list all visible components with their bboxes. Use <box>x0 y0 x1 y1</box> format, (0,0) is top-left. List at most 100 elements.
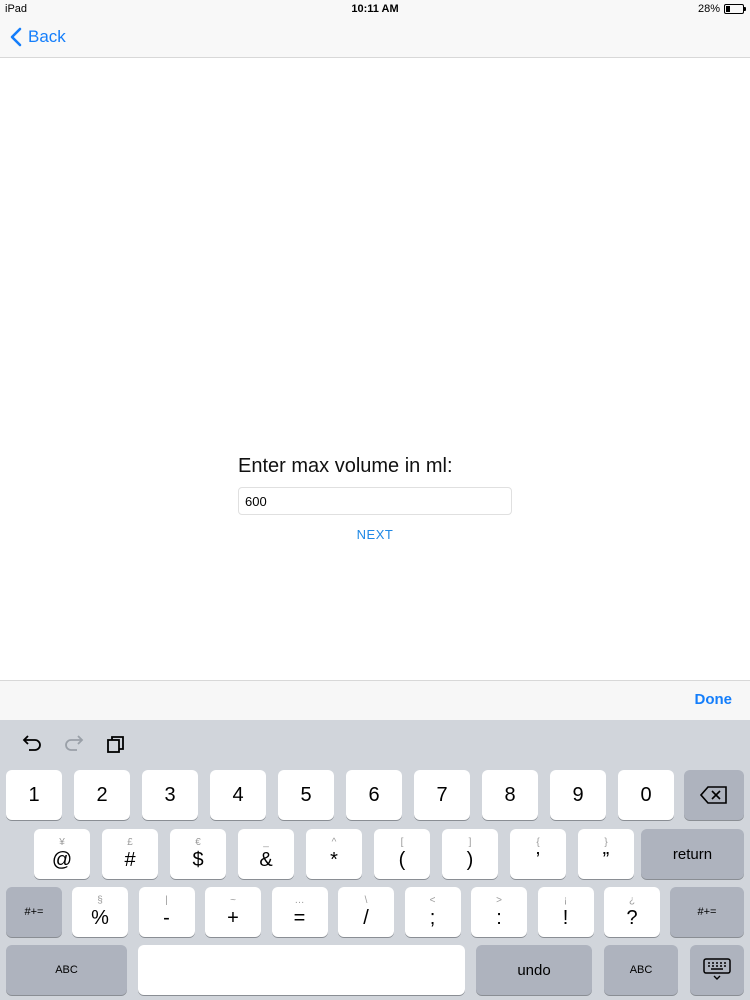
key-6[interactable]: 6 <box>346 770 402 820</box>
status-time: 10:11 AM <box>351 3 399 15</box>
key-7[interactable]: 7 <box>414 770 470 820</box>
key-label: 5 <box>300 784 312 806</box>
key-label: 7 <box>436 784 448 806</box>
key-symbol[interactable]: ¥ @ <box>34 829 90 879</box>
key-symbol[interactable]: _ & <box>238 829 294 879</box>
key-4[interactable]: 4 <box>210 770 266 820</box>
key-alt-label: ] <box>468 837 472 848</box>
key-label: return <box>672 845 713 863</box>
paste-icon[interactable] <box>104 732 128 756</box>
key-symbol[interactable]: \ / <box>338 887 394 937</box>
return-key[interactable]: return <box>641 829 744 879</box>
key-alt-label: ¡ <box>563 895 568 906</box>
key-label: # <box>124 849 136 871</box>
key-label: 0 <box>640 784 652 806</box>
dismiss-keyboard-key[interactable] <box>690 945 744 995</box>
battery-percent: 28% <box>697 3 720 15</box>
screen: iPad 10:11 AM 28% Back Enter max volume … <box>0 0 750 1000</box>
key-alt-label: ¥ <box>59 837 65 848</box>
key-label: / <box>363 907 369 929</box>
key-symbol[interactable]: ¿? <box>604 887 660 937</box>
key-symbol[interactable]: }” <box>578 829 634 879</box>
key-2[interactable]: 2 <box>74 770 130 820</box>
keyboard-accessory-bar: Done <box>0 680 750 720</box>
key-label: ( <box>398 849 406 871</box>
key-alt-label: \ <box>364 895 368 906</box>
key-alt-label: < <box>429 895 436 906</box>
key-alt-label: _ <box>263 837 269 848</box>
key-symbol[interactable]: £ # <box>102 829 158 879</box>
key-alt-label: | <box>165 895 168 906</box>
key-label: 4 <box>232 784 244 806</box>
keyboard: 1 2 3 4 5 6 7 8 9 0 ¥ @ £ # € $ _ & ^ *[(]){’}” return #+= §% |… <box>0 720 750 1000</box>
key-symbol[interactable]: ]) <box>442 829 498 879</box>
keyboard-shortcut-bar <box>0 720 750 768</box>
key-label: @ <box>51 849 73 871</box>
key-label: ABC <box>55 964 78 976</box>
key-symbol[interactable]: §% <box>72 887 128 937</box>
space-key[interactable] <box>138 945 465 995</box>
key-label: 6 <box>368 784 380 806</box>
key-symbol[interactable]: | - <box>138 887 195 937</box>
delete-key[interactable] <box>684 770 744 820</box>
key-8[interactable]: 8 <box>482 770 538 820</box>
key-symbol[interactable]: € $ <box>170 829 226 879</box>
key-alt-label: > <box>496 895 502 906</box>
redo-icon[interactable] <box>62 732 86 756</box>
key-symbol[interactable]: <; <box>404 887 461 937</box>
battery-fill <box>726 6 731 12</box>
key-label: 3 <box>164 784 176 806</box>
key-label: - <box>163 907 170 929</box>
key-label: 8 <box>504 784 516 806</box>
key-alt-label: ~ <box>230 895 236 906</box>
key-3[interactable]: 3 <box>142 770 198 820</box>
key-label: 1 <box>28 784 40 806</box>
key-label: = <box>293 907 306 929</box>
key-label: undo <box>517 961 551 979</box>
key-alt-label: } <box>604 837 608 848</box>
key-alt-label: § <box>97 895 103 906</box>
next-button[interactable]: NEXT <box>0 527 750 542</box>
symbols-toggle-key[interactable]: #+= <box>670 887 744 937</box>
key-symbol[interactable]: [( <box>374 829 430 879</box>
key-label: ABC <box>629 964 653 976</box>
key-label: $ <box>192 849 204 871</box>
battery-icon <box>724 4 746 14</box>
key-label: + <box>227 907 239 929</box>
chevron-left-icon <box>10 27 22 47</box>
key-label: ’ <box>535 849 541 871</box>
navigation-bar: Back <box>0 20 750 58</box>
back-button[interactable]: Back <box>10 27 66 47</box>
key-0[interactable]: 0 <box>618 770 674 820</box>
undo-icon[interactable] <box>20 732 44 756</box>
key-5[interactable]: 5 <box>278 770 334 820</box>
key-alt-label: ^ <box>331 837 337 848</box>
undo-key[interactable]: undo <box>476 945 592 995</box>
key-label: #+= <box>697 906 717 918</box>
symbols-toggle-key[interactable]: #+= <box>6 887 62 937</box>
done-button[interactable]: Done <box>695 691 733 708</box>
abc-key[interactable]: ABC <box>6 945 127 995</box>
key-label: #+= <box>24 906 44 918</box>
key-symbol[interactable]: ^ * <box>306 829 362 879</box>
key-symbol[interactable]: {’ <box>510 829 566 879</box>
abc-key[interactable]: ABC <box>604 945 678 995</box>
main-content: Enter max volume in ml: NEXT <box>0 58 750 680</box>
key-label: 2 <box>96 784 108 806</box>
key-label: ! <box>562 907 569 929</box>
key-label: ; <box>429 907 436 929</box>
back-label: Back <box>28 27 66 46</box>
key-1[interactable]: 1 <box>6 770 62 820</box>
max-volume-input[interactable] <box>238 487 512 515</box>
battery-status: 28% <box>697 3 746 15</box>
key-label: : <box>496 907 502 929</box>
key-symbol[interactable]: … = <box>271 887 328 937</box>
volume-prompt-label: Enter max volume in ml: <box>238 455 453 477</box>
key-9[interactable]: 9 <box>550 770 606 820</box>
key-symbol[interactable]: ~ + <box>205 887 261 937</box>
key-symbol[interactable]: >: <box>471 887 527 937</box>
key-label: % <box>91 907 109 929</box>
key-alt-label: ¿ <box>628 895 636 906</box>
key-symbol[interactable]: ¡! <box>537 887 594 937</box>
key-label: ) <box>466 849 474 871</box>
